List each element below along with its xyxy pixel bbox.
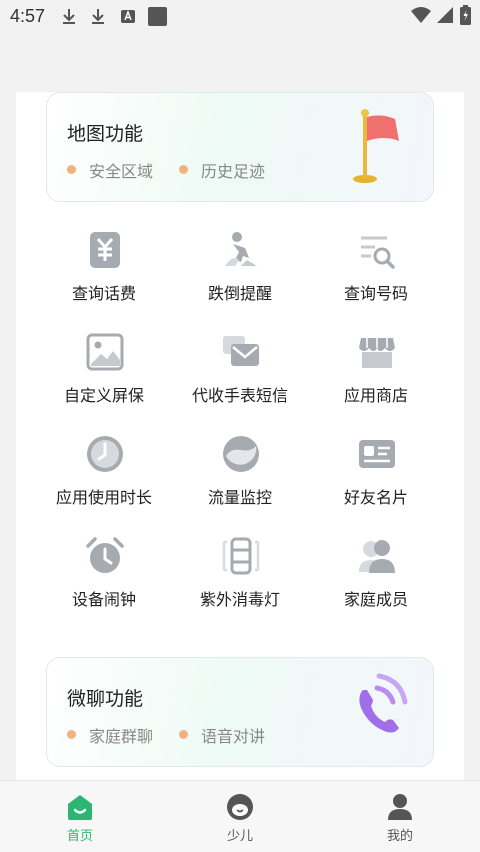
- feature-label: 家庭成员: [343, 590, 408, 609]
- nav-home[interactable]: 首页: [0, 781, 160, 852]
- feature-label: 设备闹钟: [71, 590, 136, 609]
- message-envelope-icon: [223, 336, 259, 366]
- feature-query-number[interactable]: 查询号码: [301, 222, 451, 312]
- feature-app-store[interactable]: 应用商店: [301, 324, 451, 414]
- signal-icon: [437, 7, 453, 23]
- status-time: 4:57: [10, 6, 46, 26]
- feature-device-alarm[interactable]: 设备闹钟: [29, 528, 179, 618]
- person-icon: [388, 794, 412, 820]
- falling-person-icon: [225, 232, 257, 266]
- feature-fall-alert[interactable]: 跌倒提醒: [165, 222, 315, 312]
- feature-label: 好友名片: [343, 488, 408, 507]
- feature-label: 流量监控: [207, 488, 272, 507]
- voice-intercom-tag[interactable]: 语音对讲: [179, 723, 265, 747]
- uv-lamp-icon: [222, 537, 260, 575]
- feature-label: 查询号码: [343, 284, 408, 303]
- notification-square-icon: [148, 7, 167, 26]
- flag-icon: [353, 109, 399, 183]
- chat-feature-card[interactable]: 微聊功能 家庭群聊 语音对讲: [46, 657, 434, 767]
- map-feature-card[interactable]: 地图功能 安全区域 历史足迹: [46, 92, 434, 202]
- store-icon: [359, 338, 395, 368]
- nav-home-label: 首页: [66, 829, 93, 844]
- feature-label: 自定义屏保: [63, 386, 144, 405]
- search-list-icon: [361, 236, 395, 269]
- feature-friend-card[interactable]: 好友名片: [301, 426, 451, 516]
- feature-family-members[interactable]: 家庭成员: [301, 528, 451, 618]
- alarm-clock-icon: [86, 537, 124, 573]
- feature-label: 代收手表短信: [191, 386, 288, 405]
- nav-kids[interactable]: 少儿: [160, 781, 320, 852]
- family-icon: [359, 540, 395, 573]
- phone-call-icon: [359, 673, 408, 733]
- feature-data-monitor[interactable]: 流量监控: [165, 426, 315, 516]
- feature-label: 跌倒提醒: [207, 284, 272, 303]
- wifi-icon: [411, 7, 431, 23]
- text-a-icon: [121, 10, 135, 23]
- clock-icon: [87, 436, 123, 472]
- download-icon: [63, 9, 75, 24]
- family-group-chat-tag[interactable]: 家庭群聊: [67, 723, 153, 747]
- feature-label: 查询话费: [71, 284, 136, 303]
- status-bar: 4:57: [0, 0, 480, 34]
- feature-label: 应用使用时长: [55, 488, 152, 507]
- map-card-title: 地图功能: [67, 123, 144, 145]
- nav-me[interactable]: 我的: [320, 781, 480, 852]
- battery-icon: [460, 5, 471, 25]
- gauge-icon: [223, 436, 259, 472]
- feature-screensaver[interactable]: 自定义屏保: [29, 324, 179, 414]
- header-area: [0, 34, 480, 92]
- download-icon: [92, 9, 104, 24]
- feature-app-usage-time[interactable]: 应用使用时长: [29, 426, 179, 516]
- yuan-bill-icon: [90, 232, 120, 268]
- content-panel[interactable]: 地图功能 安全区域 历史足迹 查询话费 跌倒提醒 查询号码 自定义屏保 代收手表…: [16, 92, 464, 780]
- history-track-tag[interactable]: 历史足迹: [179, 158, 265, 182]
- feature-watch-sms[interactable]: 代收手表短信: [165, 324, 315, 414]
- child-face-icon: [227, 794, 253, 820]
- nav-kids-label: 少儿: [226, 829, 253, 844]
- bottom-nav: 首页 少儿 我的: [0, 780, 480, 852]
- image-icon: [86, 333, 124, 371]
- feature-uv-lamp[interactable]: 紫外消毒灯: [165, 528, 315, 618]
- id-card-icon: [359, 440, 395, 468]
- chat-card-title: 微聊功能: [67, 688, 144, 710]
- home-icon: [68, 795, 92, 820]
- feature-check-balance[interactable]: 查询话费: [29, 222, 179, 312]
- safe-zone-tag[interactable]: 安全区域: [67, 158, 153, 182]
- feature-label: 紫外消毒灯: [199, 590, 280, 609]
- nav-me-label: 我的: [386, 829, 413, 844]
- feature-label: 应用商店: [343, 386, 408, 405]
